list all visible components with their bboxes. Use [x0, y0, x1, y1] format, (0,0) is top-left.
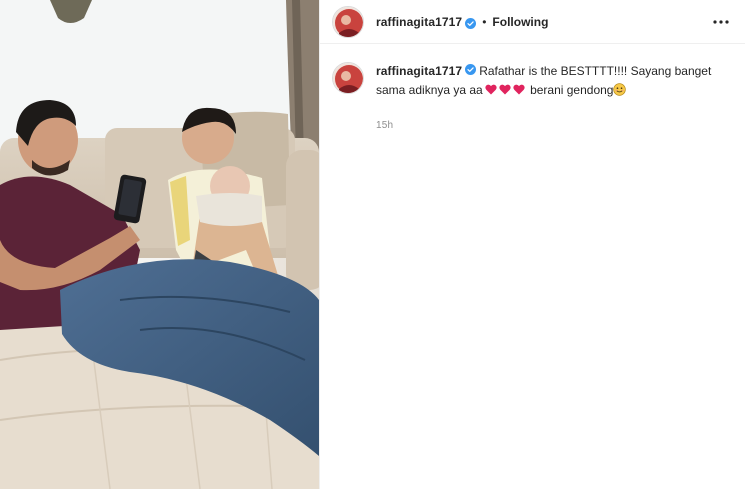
caption-body: raffinagita1717 Rafathar is the BESTTTT!… [376, 62, 726, 135]
separator-dot: • [482, 14, 487, 29]
following-button[interactable]: Following [492, 15, 548, 29]
post-sidebar: raffinagita1717 • Following raffinagita1… [319, 0, 745, 489]
red-heart-emoji-icon [485, 82, 497, 95]
avatar-image [333, 6, 363, 37]
caption-text-part2: berani gendong [526, 83, 614, 97]
post-timestamp[interactable]: 15h [376, 116, 726, 135]
header-username[interactable]: raffinagita1717 [376, 15, 462, 29]
red-heart-emoji-icon [499, 82, 511, 95]
caption-comment: raffinagita1717 Rafathar is the BESTTTT!… [320, 44, 745, 135]
post-header: raffinagita1717 • Following [320, 0, 745, 44]
avatar-image [333, 63, 363, 93]
more-horizontal-icon [713, 19, 729, 24]
caption-username[interactable]: raffinagita1717 [376, 64, 462, 78]
post-photo[interactable] [0, 0, 319, 489]
verified-badge-icon [465, 62, 477, 75]
verified-badge-icon [465, 16, 477, 29]
more-options-button[interactable] [711, 12, 731, 32]
caption-line: raffinagita1717 Rafathar is the BESTTTT!… [376, 62, 726, 100]
caption-avatar[interactable] [332, 62, 364, 94]
smiling-face-emoji-icon [613, 83, 627, 96]
photo-family-on-sofa [0, 0, 319, 489]
red-heart-emoji-icon [513, 82, 525, 95]
avatar[interactable] [332, 5, 364, 38]
instagram-post: raffinagita1717 • Following raffinagita1… [0, 0, 745, 489]
